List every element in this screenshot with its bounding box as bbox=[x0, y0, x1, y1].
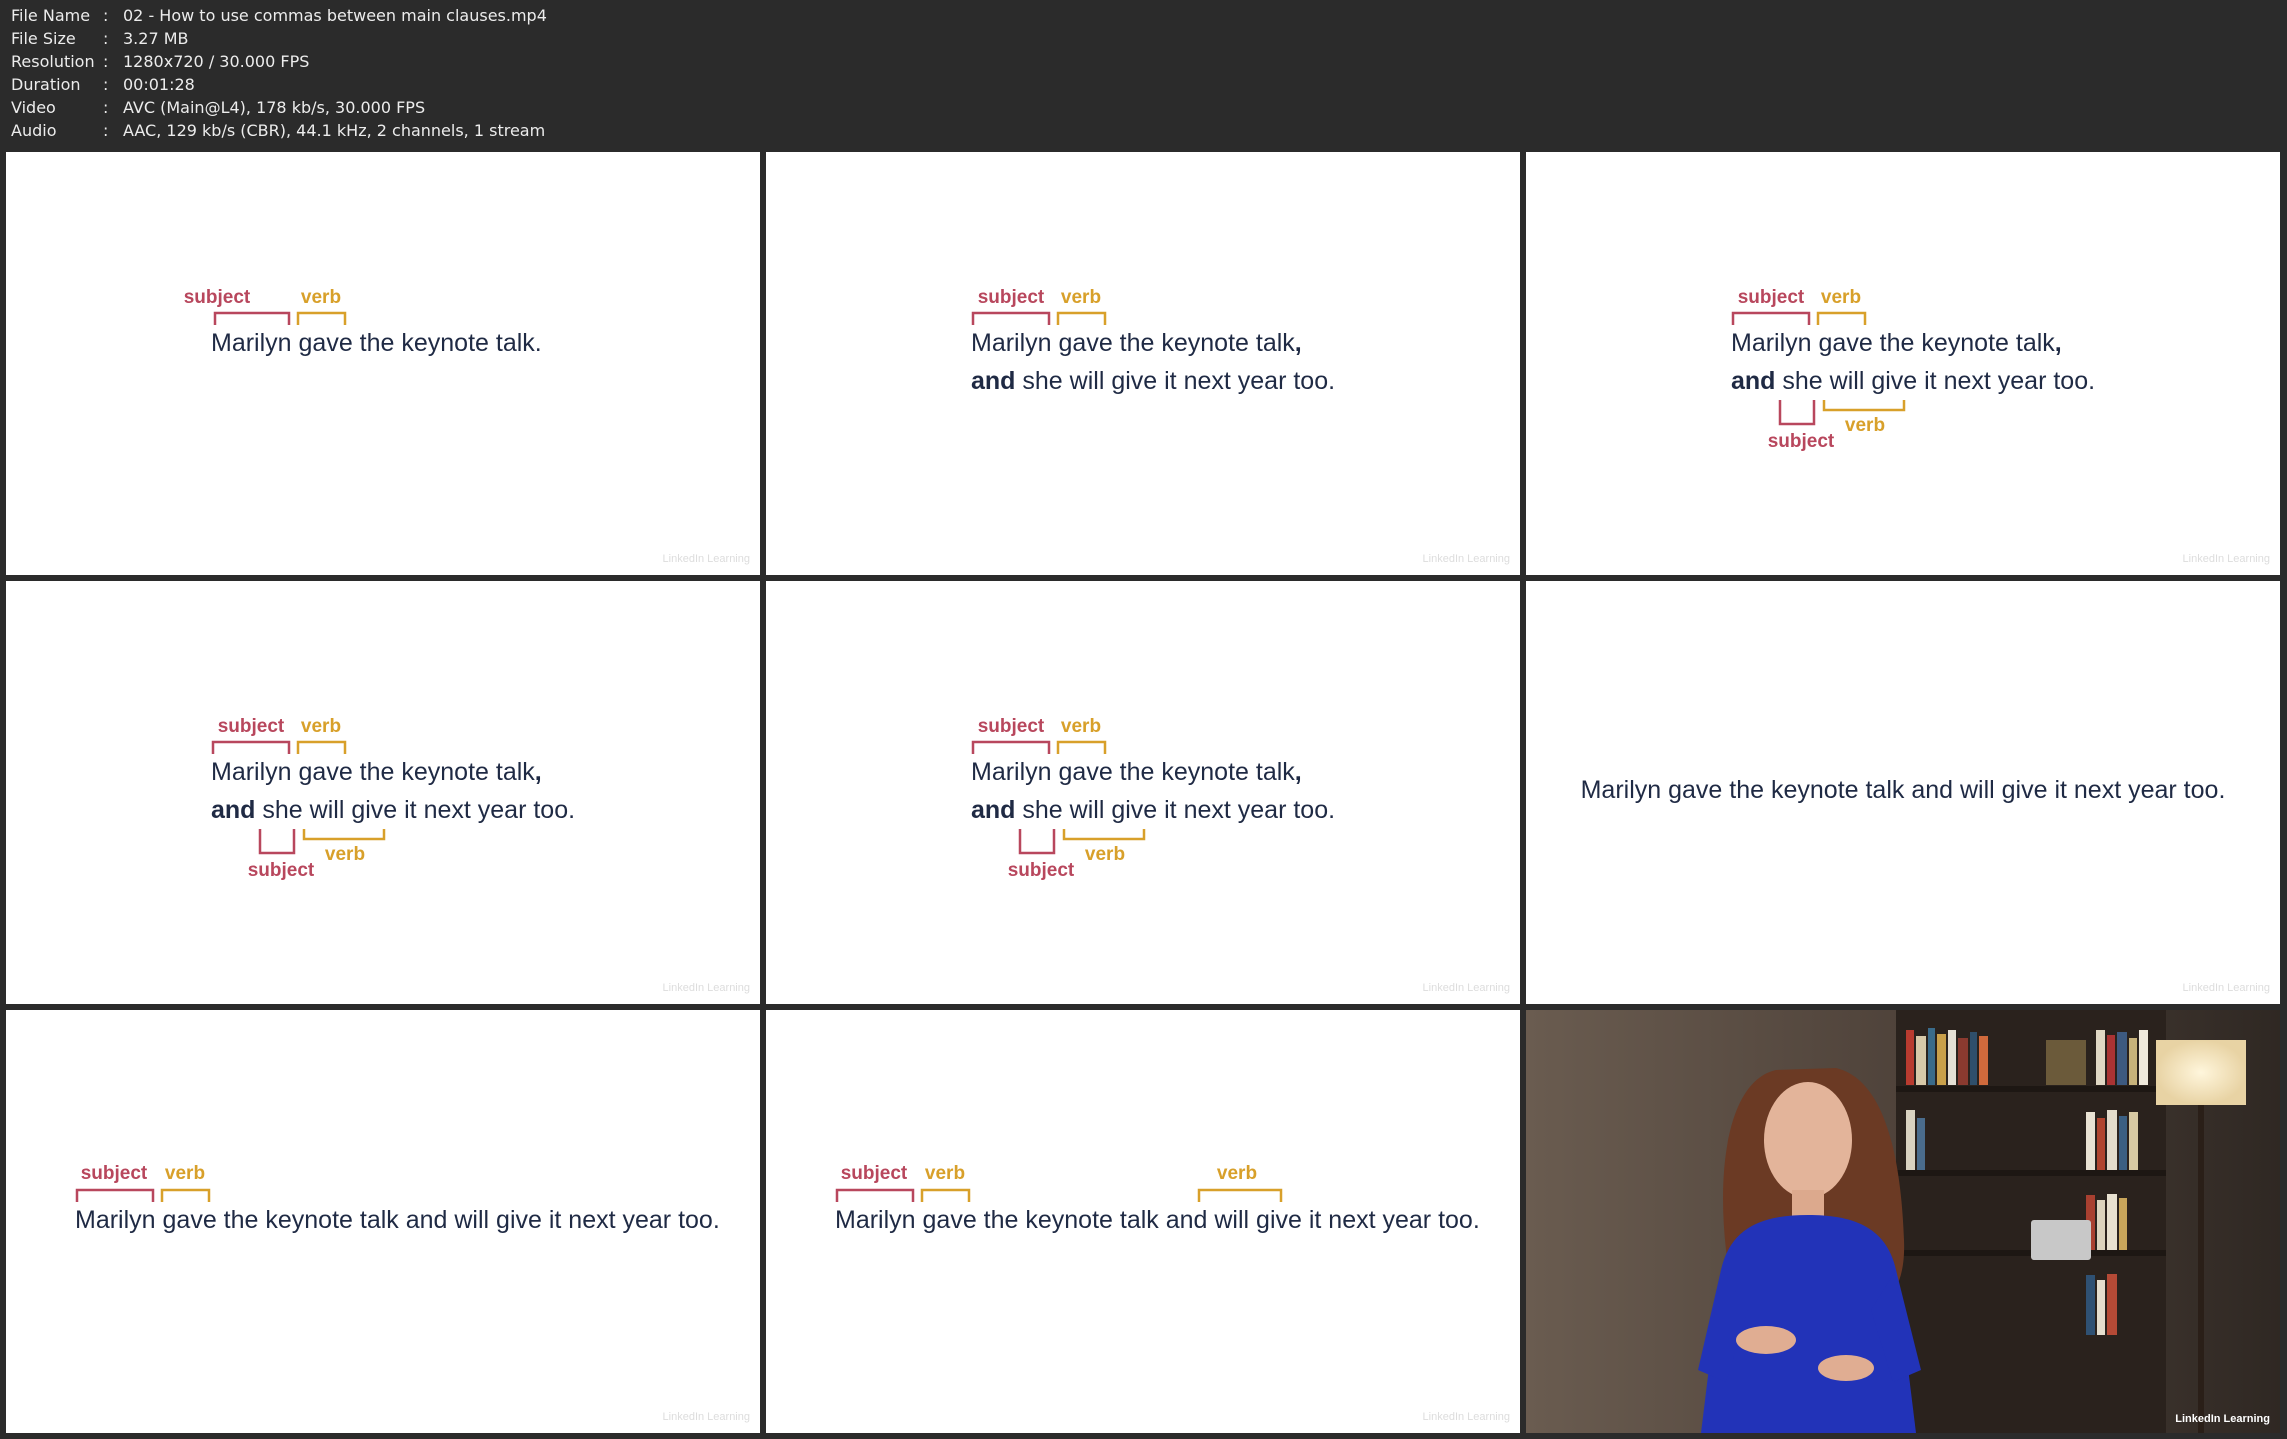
sentence-line-1: Marilyn gave the keynote talk and will g… bbox=[835, 1206, 1480, 1234]
slide-graphic: subject verb Marilyn gave the keynote ta… bbox=[971, 716, 1510, 994]
verb-label: verb bbox=[301, 716, 341, 737]
verb-label: verb bbox=[1821, 287, 1861, 308]
lamp-pole bbox=[2198, 1105, 2204, 1433]
slide-graphic: subject verb Marilyn gave the keynote ta… bbox=[184, 287, 750, 565]
subject-label-2: subject bbox=[1008, 860, 1075, 881]
lamp-shade bbox=[2156, 1040, 2246, 1105]
laptop bbox=[2031, 1220, 2091, 1260]
subject-bracket bbox=[211, 740, 291, 754]
linkedin-learning-logo: LinkedIn Learning bbox=[2175, 1413, 2270, 1425]
watermark: LinkedIn Learning bbox=[1423, 1411, 1510, 1423]
verb-label: verb bbox=[1061, 287, 1101, 308]
slide-graphic: subject verb Marilyn gave the keynote ta… bbox=[75, 1163, 750, 1423]
subject-label: subject bbox=[841, 1163, 908, 1184]
verb-label-2: verb bbox=[325, 844, 365, 865]
verb-label: verb bbox=[301, 287, 341, 308]
verb-bracket bbox=[296, 740, 347, 754]
verb-label-2: verb bbox=[1845, 415, 1885, 436]
thumbnail-frame-7[interactable]: subject verb Marilyn gave the keynote ta… bbox=[6, 1010, 760, 1433]
thumbnail-frame-2[interactable]: subject verb Marilyn gave the keynote ta… bbox=[766, 152, 1520, 575]
thumbnail-frame-4[interactable]: subject verb Marilyn gave the keynote ta… bbox=[6, 581, 760, 1004]
file-info-panel: File Name:02 - How to use commas between… bbox=[11, 4, 547, 142]
watermark: LinkedIn Learning bbox=[1423, 553, 1510, 565]
verb-label: verb bbox=[1061, 716, 1101, 737]
subject-label: subject bbox=[978, 287, 1045, 308]
subject-bracket bbox=[971, 311, 1051, 325]
subject-bracket-2 bbox=[258, 829, 296, 855]
slide-graphic: subject verb verb Marilyn gave the keyno… bbox=[835, 1163, 1510, 1423]
subject-bracket-2 bbox=[1018, 829, 1056, 855]
verb-bracket bbox=[1056, 311, 1107, 325]
subject-label: subject bbox=[1738, 287, 1805, 308]
subject-label: subject bbox=[978, 716, 1045, 737]
subject-bracket bbox=[75, 1188, 155, 1202]
watermark: LinkedIn Learning bbox=[2183, 982, 2270, 994]
verb-bracket bbox=[920, 1188, 971, 1202]
watermark: LinkedIn Learning bbox=[663, 553, 750, 565]
sentence-line-1: Marilyn gave the keynote talk and will g… bbox=[1581, 776, 2226, 804]
thumbnail-frame-3[interactable]: subject verb Marilyn gave the keynote ta… bbox=[1526, 152, 2280, 575]
verb-bracket bbox=[160, 1188, 211, 1202]
verb-bracket bbox=[1816, 311, 1867, 325]
verb-bracket-2 bbox=[1822, 400, 1906, 412]
info-row-audio: Audio: AAC, 129 kb/s (CBR), 44.1 kHz, 2 c… bbox=[11, 121, 546, 140]
subject-label-2: subject bbox=[248, 860, 315, 881]
presenter-face bbox=[1764, 1082, 1852, 1198]
thumbnail-frame-5[interactable]: subject verb Marilyn gave the keynote ta… bbox=[766, 581, 1520, 1004]
watermark: LinkedIn Learning bbox=[2183, 553, 2270, 565]
verb-label: verb bbox=[165, 1163, 205, 1184]
slide-graphic: subject verb Marilyn gave the keynote ta… bbox=[1731, 287, 2270, 565]
sentence-line-2: and she will give it next year too. bbox=[1731, 367, 2095, 395]
thumbnail-frame-9-presenter[interactable]: LinkedIn Learning bbox=[1526, 1010, 2280, 1433]
verb-bracket-2 bbox=[302, 829, 386, 841]
subject-bracket bbox=[1731, 311, 1811, 325]
verb-label-2: verb bbox=[1085, 844, 1125, 865]
thumbnail-frame-6[interactable]: Marilyn gave the keynote talk and will g… bbox=[1526, 581, 2280, 1004]
verb-label: verb bbox=[925, 1163, 965, 1184]
sentence-line-1: Marilyn gave the keynote talk. bbox=[211, 329, 542, 357]
info-row-file-name: File Name:02 - How to use commas between… bbox=[11, 6, 547, 25]
subject-label: subject bbox=[184, 287, 251, 308]
subject-bracket bbox=[971, 740, 1051, 754]
info-row-resolution: Resolution:1280x720 / 30.000 FPS bbox=[11, 52, 310, 71]
sentence-line-1: Marilyn gave the keynote talk, bbox=[971, 329, 1302, 357]
presenter-hand-left bbox=[1736, 1326, 1796, 1354]
subject-bracket bbox=[213, 311, 291, 325]
slide-graphic: Marilyn gave the keynote talk and will g… bbox=[1581, 776, 2270, 994]
thumbnail-frame-8[interactable]: subject verb verb Marilyn gave the keyno… bbox=[766, 1010, 1520, 1433]
sentence-line-1: Marilyn gave the keynote talk, bbox=[971, 758, 1302, 786]
verb-bracket-2 bbox=[1062, 829, 1146, 841]
watermark: LinkedIn Learning bbox=[1423, 982, 1510, 994]
verb-bracket bbox=[1056, 740, 1107, 754]
subject-label: subject bbox=[218, 716, 285, 737]
sentence-line-2: and she will give it next year too. bbox=[971, 796, 1335, 824]
subject-bracket-2 bbox=[1778, 400, 1816, 426]
sentence-line-1: Marilyn gave the keynote talk, bbox=[211, 758, 542, 786]
verb-label-2: verb bbox=[1217, 1163, 1257, 1184]
slide-graphic: subject verb Marilyn gave the keynote ta… bbox=[211, 716, 750, 994]
sentence-line-1: Marilyn gave the keynote talk and will g… bbox=[75, 1206, 720, 1234]
watermark: LinkedIn Learning bbox=[663, 1411, 750, 1423]
slide-graphic: subject verb Marilyn gave the keynote ta… bbox=[971, 287, 1510, 565]
presenter-hand-right bbox=[1818, 1355, 1874, 1381]
verb-bracket bbox=[296, 311, 347, 325]
presenter-image: LinkedIn Learning bbox=[1526, 1010, 2280, 1433]
sentence-line-1: Marilyn gave the keynote talk, bbox=[1731, 329, 2062, 357]
verb-bracket-2 bbox=[1197, 1188, 1283, 1202]
subject-label: subject bbox=[81, 1163, 148, 1184]
info-row-file-size: File Size:3.27 MB bbox=[11, 29, 189, 48]
watermark: LinkedIn Learning bbox=[663, 982, 750, 994]
subject-label-2: subject bbox=[1768, 431, 1835, 452]
info-row-video: Video: AVC (Main@L4), 178 kb/s, 30.000 FP… bbox=[11, 98, 426, 117]
subject-bracket bbox=[835, 1188, 915, 1202]
sentence-line-2: and she will give it next year too. bbox=[211, 796, 575, 824]
info-row-duration: Duration:00:01:28 bbox=[11, 75, 195, 94]
sentence-line-2: and she will give it next year too. bbox=[971, 367, 1335, 395]
thumbnail-frame-1[interactable]: subject verb Marilyn gave the keynote ta… bbox=[6, 152, 760, 575]
